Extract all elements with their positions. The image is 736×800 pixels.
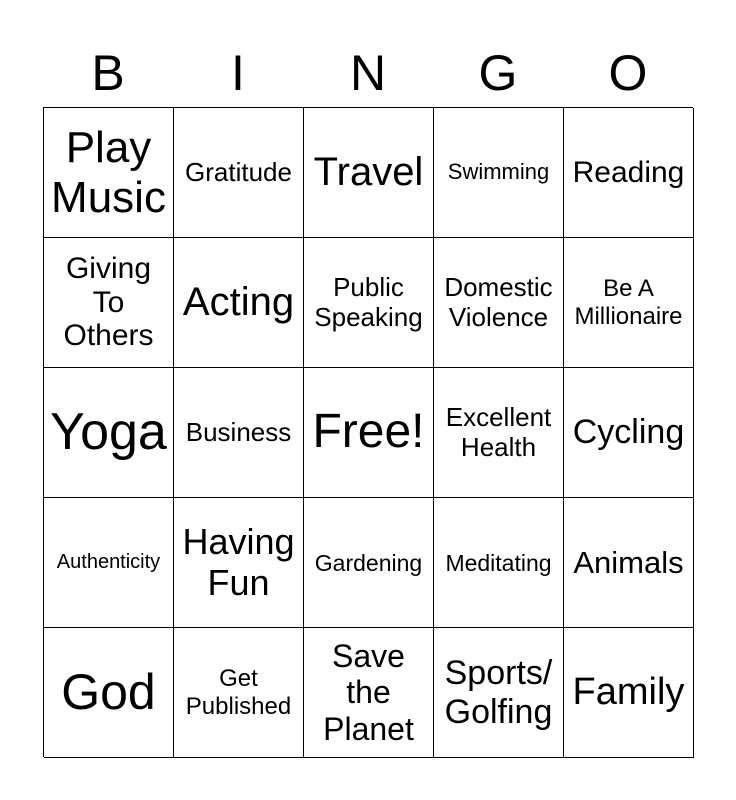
header-letter-g: G bbox=[478, 45, 518, 101]
bingo-cell[interactable]: Yoga bbox=[44, 368, 174, 498]
bingo-cell[interactable]: Gratitude bbox=[174, 108, 304, 238]
bingo-cell[interactable]: Cycling bbox=[564, 368, 694, 498]
bingo-cell[interactable]: Acting bbox=[174, 238, 304, 368]
header-letter-b: B bbox=[91, 45, 125, 101]
bingo-cell[interactable]: Animals bbox=[564, 498, 694, 628]
bingo-cell[interactable]: Get Published bbox=[174, 628, 304, 758]
bingo-header: BINGO bbox=[43, 40, 693, 106]
bingo-cell[interactable]: Family bbox=[564, 628, 694, 758]
header-letter-i: I bbox=[231, 45, 245, 101]
bingo-cell[interactable]: Gardening bbox=[304, 498, 434, 628]
bingo-cell[interactable]: Giving To Others bbox=[44, 238, 174, 368]
bingo-cell[interactable]: Sports/ Golfing bbox=[434, 628, 564, 758]
bingo-cell[interactable]: Domestic Violence bbox=[434, 238, 564, 368]
bingo-cell[interactable]: Play Music bbox=[44, 108, 174, 238]
bingo-cell[interactable]: Reading bbox=[564, 108, 694, 238]
header-letter-o: O bbox=[608, 45, 648, 101]
bingo-cell[interactable]: Business bbox=[174, 368, 304, 498]
bingo-cell[interactable]: Public Speaking bbox=[304, 238, 434, 368]
bingo-cell[interactable]: Save the Planet bbox=[304, 628, 434, 758]
bingo-grid: Play Music Gratitude Travel Swimming Reading… bbox=[43, 107, 694, 758]
bingo-cell[interactable]: Be A Millionaire bbox=[564, 238, 694, 368]
header-letter-n: N bbox=[349, 45, 387, 101]
bingo-cell[interactable]: God bbox=[44, 628, 174, 758]
bingo-cell[interactable]: Authenticity bbox=[44, 498, 174, 628]
bingo-cell[interactable]: Swimming bbox=[434, 108, 564, 238]
bingo-cell[interactable]: Travel bbox=[304, 108, 434, 238]
bingo-cell[interactable]: Having Fun bbox=[174, 498, 304, 628]
bingo-cell[interactable]: Meditating bbox=[434, 498, 564, 628]
bingo-cell[interactable]: Excellent Health bbox=[434, 368, 564, 498]
bingo-cell[interactable]: Free! bbox=[304, 368, 434, 498]
